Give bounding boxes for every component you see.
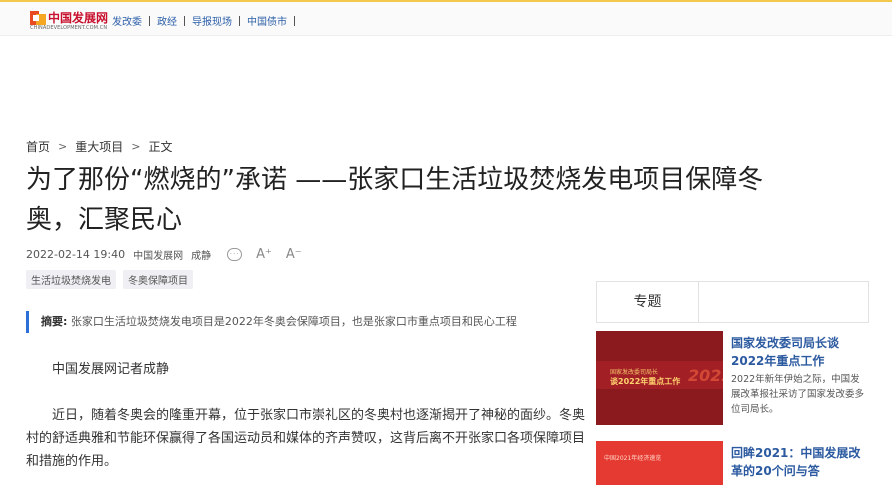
sidebar-topics: 专题 国家发改委司局长 谈2022年重点工作 2022 国家发改委司局长谈202… [596, 281, 869, 485]
nav-divider [294, 15, 295, 26]
topic-title[interactable]: 回眸2021：中国发展改革的20个问与答 [731, 444, 869, 480]
topic-thumbnail[interactable]: 国家发改委司局长 谈2022年重点工作 2022 [596, 331, 723, 425]
nav-item-daobao[interactable]: 导报现场 [192, 13, 232, 28]
article-author: 成静 [191, 251, 212, 262]
breadcrumb-category[interactable]: 重大项目 [75, 138, 123, 155]
chevron-right-icon: > [131, 140, 141, 153]
font-increase-icon[interactable]: A⁺ [256, 247, 272, 262]
thumb-line: 中国2021年经济速览 [604, 455, 662, 462]
abstract-text: 张家口生活垃圾焚烧发电项目是2022年冬奥会保障项目，也是张家口市重点项目和民心… [70, 315, 517, 328]
article-title: 为了那份“燃烧的”承诺 ——张家口生活垃圾焚烧发电项目保障冬奥，汇聚民心 [26, 165, 764, 235]
topic-desc: 2022年新年伊始之际，中国发展改革报社采访了国家发改委多位司局长。 [731, 374, 865, 415]
tab-topics[interactable]: 专题 [597, 282, 699, 322]
tag[interactable]: 生活垃圾焚烧发电 [26, 270, 116, 289]
breadcrumb-current: 正文 [148, 140, 173, 154]
thumb-line: 国家发改委司局长 [610, 369, 659, 376]
nav-item-fagaiwei[interactable]: 发改委 [112, 13, 142, 28]
thumb-line: 谈2022年重点工作 [610, 377, 681, 386]
nav-item-zhaishi[interactable]: 中国债市 [247, 13, 287, 28]
breadcrumb: 首页 > 重大项目 > 正文 [26, 138, 172, 155]
comment-icon[interactable]: ··· [227, 248, 243, 261]
article-source: 中国发展网 [133, 251, 184, 262]
topic-card[interactable]: 中国2021年经济速览 回眸2021：中国发展改革的20个问与答 [596, 441, 869, 485]
topic-thumbnail[interactable]: 中国2021年经济速览 [596, 441, 723, 485]
chevron-right-icon: > [58, 140, 68, 153]
font-decrease-icon[interactable]: A⁻ [286, 247, 302, 262]
nav-item-zhengjing[interactable]: 政经 [157, 13, 177, 28]
topic-title[interactable]: 国家发改委司局长谈2022年重点工作 [731, 334, 869, 370]
logo-name: 中国发展网 [48, 11, 109, 25]
nav-divider [184, 15, 185, 26]
logo-sub: CHINADEVELOPMENT.COM.CN [30, 25, 108, 31]
tag[interactable]: 冬奥保障项目 [123, 270, 193, 289]
nav-divider [239, 15, 240, 26]
abstract-label: 摘要: [41, 315, 68, 328]
top-bar: 中国发展网 CHINADEVELOPMENT.COM.CN 发改委 政经 导报现… [0, 0, 892, 36]
article-abstract: 摘要: 张家口生活垃圾焚烧发电项目是2022年冬奥会保障项目，也是张家口市重点项… [26, 311, 586, 333]
sidebar-header: 专题 [596, 281, 869, 323]
thumb-year: 2022 [688, 366, 723, 385]
site-logo[interactable]: 中国发展网 CHINADEVELOPMENT.COM.CN [30, 9, 110, 33]
top-nav: 发改委 政经 导报现场 中国债市 [112, 13, 302, 28]
logo-mark-icon [30, 11, 46, 25]
article-paragraph: 中国发展网记者成静 [52, 362, 170, 377]
breadcrumb-home[interactable]: 首页 [26, 138, 50, 155]
article-paragraph: 近日，随着冬奥会的隆重开幕，位于张家口市崇礼区的冬奥村也逐渐揭开了神秘的面纱。冬… [26, 408, 586, 469]
nav-divider [149, 15, 150, 26]
article-meta: 2022-02-14 19:40 中国发展网 成静 ··· A⁺ A⁻ [26, 247, 316, 262]
article-tags: 生活垃圾焚烧发电 冬奥保障项目 [26, 270, 200, 289]
topic-card[interactable]: 国家发改委司局长 谈2022年重点工作 2022 国家发改委司局长谈2022年重… [596, 331, 869, 425]
publish-date: 2022-02-14 19:40 [26, 248, 126, 261]
